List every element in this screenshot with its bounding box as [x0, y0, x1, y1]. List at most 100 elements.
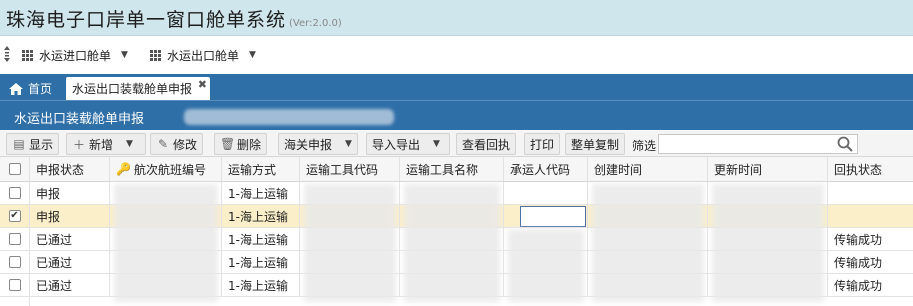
- panel-title: 水运出口装载舱单申报: [14, 112, 145, 127]
- redacted-vehicle-name: [404, 184, 500, 302]
- view-receipt-label: 查看回执: [462, 137, 511, 152]
- redacted-updated: [712, 184, 824, 302]
- delete-button-label: 删除: [237, 137, 262, 152]
- app-version: (Ver:2.0.0): [289, 18, 342, 29]
- col-carrier-code[interactable]: 承运人代码: [504, 157, 588, 181]
- customs-declare-button[interactable]: 海关申报 ▼: [278, 133, 358, 155]
- show-button[interactable]: ▤ 显示: [6, 133, 60, 155]
- print-label: 打印: [530, 137, 555, 152]
- cell-carrier: [504, 182, 588, 204]
- view-receipt-button[interactable]: 查看回执: [456, 133, 517, 155]
- redacted-carrier: [508, 229, 584, 302]
- redacted-vehicle-code: [304, 184, 396, 302]
- tab-export-declaration[interactable]: 水运出口装载舱单申报 ✖: [66, 77, 210, 100]
- filter-label: 筛选: [632, 139, 657, 153]
- row-checkbox[interactable]: [0, 251, 30, 273]
- col-vehicle-code[interactable]: 运输工具代码: [300, 157, 400, 181]
- tab-home[interactable]: 首页: [3, 77, 58, 100]
- tab-home-label: 首页: [28, 82, 53, 96]
- row-checkbox[interactable]: [0, 297, 30, 306]
- checkbox-icon: [8, 187, 21, 199]
- show-button-label: 显示: [29, 137, 54, 152]
- import-export-button[interactable]: 导入导出 ▼: [366, 133, 450, 155]
- chevron-down-icon[interactable]: ▼: [433, 139, 440, 149]
- check-icon: ✔: [8, 210, 21, 222]
- edit-button[interactable]: ✎ 修改: [150, 133, 204, 155]
- col-voyage[interactable]: 🔑 航次航班编号: [110, 157, 222, 181]
- grid-icon: [150, 49, 161, 61]
- cell-status: 申报: [30, 182, 110, 204]
- menu-bar: 水运进口舱单 ▼ 水运出口舱单 ▼: [0, 37, 913, 71]
- cell-receipt: [828, 205, 913, 227]
- redacted-created: [592, 184, 704, 302]
- add-button[interactable]: ＋ 新增 ▼: [66, 133, 146, 155]
- add-button-label: 新增: [89, 137, 114, 152]
- cell-receipt: 传输成功: [834, 255, 883, 270]
- chevron-down-icon[interactable]: ▼: [126, 139, 133, 149]
- col-updated-time[interactable]: 更新时间: [708, 157, 828, 181]
- key-icon: 🔑: [116, 162, 131, 176]
- app-title-bar: 珠海电子口岸单一窗口舱单系统 (Ver:2.0.0): [0, 0, 913, 36]
- cell-transport: 1-海上运输: [222, 251, 300, 273]
- col-transport-mode[interactable]: 运输方式: [222, 157, 300, 181]
- row-checkbox[interactable]: [0, 228, 30, 250]
- redacted-info: [184, 109, 394, 125]
- filter-input[interactable]: [658, 134, 858, 154]
- select-all-checkbox[interactable]: [0, 157, 30, 181]
- copy-order-label: 整单复制: [571, 137, 620, 152]
- menu-export-label: 水运出口舱单: [167, 48, 240, 63]
- menu-import-manifest[interactable]: 水运进口舱单 ▼: [22, 46, 128, 64]
- chevron-down-icon[interactable]: ▼: [345, 139, 352, 149]
- col-receipt-status[interactable]: 回执状态: [828, 157, 913, 181]
- table-header: 申报状态 🔑 航次航班编号 运输方式 运输工具代码 运输工具名称 承运人代码 创…: [0, 157, 913, 182]
- chevron-down-icon: ▼: [121, 50, 128, 60]
- redacted-voyage: [114, 184, 218, 302]
- close-icon[interactable]: ✖: [198, 78, 207, 91]
- cell-receipt: 传输成功: [834, 232, 883, 247]
- row-checkbox[interactable]: ✔: [0, 205, 30, 227]
- cell-status: 申报: [30, 205, 110, 227]
- col-status[interactable]: 申报状态: [30, 157, 110, 181]
- plus-icon: ＋: [72, 137, 85, 152]
- tab-bar: 首页 水运出口装载舱单申报 ✖: [0, 74, 913, 100]
- customs-declare-label: 海关申报: [284, 137, 333, 152]
- table-icon: ▤: [13, 137, 25, 151]
- delete-button[interactable]: 🗑 删除: [214, 133, 268, 155]
- cell-receipt: 传输成功: [834, 278, 883, 293]
- toolbar: ▤ 显示 ＋ 新增 ▼ ✎ 修改 🗑 删除 海关申报 ▼ 导入导出 ▼ 查看回执…: [0, 131, 913, 157]
- home-icon: [9, 82, 23, 95]
- search-button[interactable]: [832, 134, 858, 154]
- data-grid: 申报状态 🔑 航次航班编号 运输方式 运输工具代码 运输工具名称 承运人代码 创…: [0, 157, 913, 306]
- menu-export-manifest[interactable]: 水运出口舱单 ▼: [150, 46, 256, 64]
- print-button[interactable]: 打印: [524, 133, 561, 155]
- checkbox-icon: [8, 233, 21, 245]
- cell-receipt: [828, 182, 913, 204]
- col-vehicle-name[interactable]: 运输工具名称: [400, 157, 504, 181]
- copy-order-button[interactable]: 整单复制: [565, 133, 626, 155]
- import-export-label: 导入导出: [372, 137, 421, 152]
- grid-icon: [22, 49, 33, 61]
- menu-collapse-icon[interactable]: [4, 46, 10, 62]
- app-name: 珠海电子口岸单一窗口舱单系统: [6, 9, 287, 31]
- checkbox-icon: [8, 279, 21, 291]
- cell-status: 已通过: [30, 251, 110, 273]
- col-voyage-label: 航次航班编号: [133, 162, 206, 177]
- cell-transport: 1-海上运输: [222, 274, 300, 296]
- checkbox-icon: [8, 256, 21, 268]
- col-created-time[interactable]: 创建时间: [588, 157, 708, 181]
- edit-button-label: 修改: [173, 137, 198, 152]
- app-title: 珠海电子口岸单一窗口舱单系统 (Ver:2.0.0): [6, 5, 342, 32]
- cell-status: 已通过: [30, 274, 110, 296]
- cell-editor[interactable]: [520, 206, 586, 227]
- search-icon: [837, 136, 853, 152]
- edit-icon: ✎: [157, 137, 169, 151]
- row-checkbox[interactable]: [0, 182, 30, 204]
- cell-transport: 1-海上运输: [222, 182, 300, 204]
- tab-active-label: 水运出口装载舱单申报: [72, 82, 193, 96]
- row-checkbox[interactable]: [0, 274, 30, 296]
- cell-transport: 1-海上运输: [222, 228, 300, 250]
- cell-status: 已通过: [30, 228, 110, 250]
- chevron-down-icon: ▼: [249, 50, 256, 60]
- checkbox-icon: [8, 163, 21, 175]
- panel-header: 水运出口装载舱单申报: [0, 100, 913, 130]
